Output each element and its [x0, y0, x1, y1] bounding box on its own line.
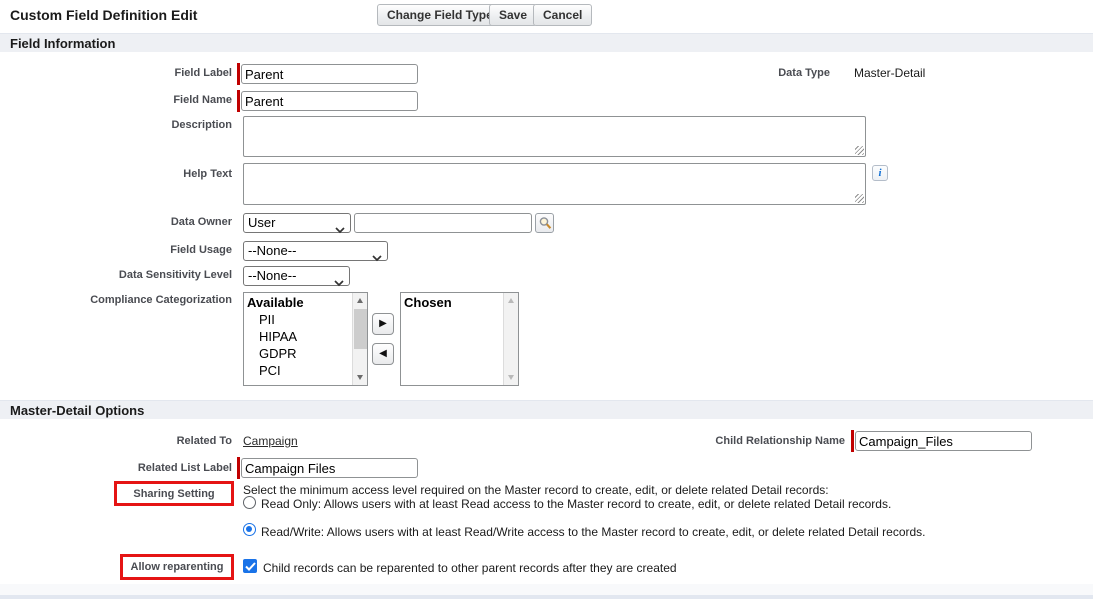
- read-write-radio[interactable]: [243, 523, 256, 536]
- field-name-label: Field Name: [0, 94, 232, 106]
- data-sensitivity-value: --None--: [248, 268, 296, 283]
- required-bar: [237, 90, 240, 112]
- allow-reparenting-annotation-box: Allow reparenting: [120, 554, 234, 580]
- data-owner-label: Data Owner: [0, 216, 232, 228]
- allow-reparenting-checkbox-label: Child records can be reparented to other…: [263, 561, 677, 575]
- resize-grip-icon[interactable]: [855, 194, 864, 203]
- field-label-label: Field Label: [0, 67, 232, 79]
- allow-reparenting-checkbox[interactable]: [243, 559, 257, 573]
- data-owner-input[interactable]: [354, 213, 532, 233]
- save-button[interactable]: Save: [489, 4, 537, 26]
- scroll-up-icon: [504, 293, 519, 308]
- required-bar: [237, 63, 240, 85]
- data-type-label: Data Type: [690, 67, 830, 79]
- sharing-setting-label: Sharing Setting: [133, 488, 214, 500]
- help-text-label: Help Text: [0, 168, 232, 180]
- scrollbar[interactable]: [352, 293, 367, 385]
- scroll-up-icon[interactable]: [353, 293, 368, 308]
- description-textarea[interactable]: [243, 116, 866, 157]
- list-item[interactable]: GDPR: [244, 345, 367, 362]
- compliance-categorization-label: Compliance Categorization: [0, 294, 232, 306]
- data-sensitivity-level-label: Data Sensitivity Level: [0, 269, 232, 281]
- related-list-label-label: Related List Label: [0, 462, 232, 474]
- data-owner-type-select[interactable]: User: [243, 213, 351, 233]
- scroll-down-icon: [504, 370, 519, 385]
- scroll-down-icon[interactable]: [353, 370, 368, 385]
- check-icon: [245, 562, 256, 571]
- child-relationship-name-input[interactable]: [855, 431, 1032, 451]
- sharing-setting-annotation-box: Sharing Setting: [114, 481, 234, 506]
- allow-reparenting-label: Allow reparenting: [131, 561, 224, 573]
- change-field-type-button[interactable]: Change Field Type: [377, 4, 503, 26]
- compliance-available-listbox[interactable]: Available PII HIPAA GDPR PCI: [243, 292, 368, 386]
- resize-grip-icon[interactable]: [855, 146, 864, 155]
- chevron-down-icon: [372, 249, 382, 267]
- read-only-radio-label: Read Only: Allows users with at least Re…: [261, 497, 891, 511]
- related-list-label-input[interactable]: [241, 458, 418, 478]
- available-header: Available: [244, 293, 367, 311]
- field-usage-select[interactable]: --None--: [243, 241, 388, 261]
- child-relationship-name-label: Child Relationship Name: [600, 435, 845, 447]
- related-to-link[interactable]: Campaign: [243, 434, 298, 448]
- description-label: Description: [0, 119, 232, 131]
- sharing-setting-intro: Select the minimum access level required…: [243, 483, 829, 497]
- help-info-icon[interactable]: i: [872, 165, 888, 181]
- data-sensitivity-level-select[interactable]: --None--: [243, 266, 350, 286]
- scrollbar: [503, 293, 518, 385]
- related-to-label: Related To: [0, 435, 232, 447]
- field-usage-label: Field Usage: [0, 244, 232, 256]
- field-name-input[interactable]: [241, 91, 418, 111]
- page-title: Custom Field Definition Edit: [10, 7, 197, 23]
- read-only-radio[interactable]: [243, 496, 256, 509]
- lookup-button[interactable]: [535, 213, 554, 233]
- custom-field-definition-edit-page: Custom Field Definition Edit Change Fiel…: [0, 0, 1093, 599]
- move-right-button[interactable]: ▶: [372, 313, 394, 335]
- data-type-value: Master-Detail: [854, 66, 925, 80]
- read-write-radio-label: Read/Write: Allows users with at least R…: [261, 525, 926, 539]
- list-item[interactable]: PII: [244, 311, 367, 328]
- magnifier-icon: [538, 216, 552, 231]
- help-text-textarea[interactable]: [243, 163, 866, 205]
- field-usage-value: --None--: [248, 243, 296, 258]
- bottom-bar: [0, 595, 1093, 599]
- required-bar: [237, 457, 240, 479]
- move-left-button[interactable]: ◀: [372, 343, 394, 365]
- section-header-master-detail-options: Master-Detail Options: [0, 400, 1093, 419]
- bottom-spacer: [0, 584, 1093, 595]
- chevron-down-icon: [335, 221, 345, 239]
- data-owner-type-value: User: [248, 215, 275, 230]
- list-item[interactable]: PCI: [244, 362, 367, 379]
- required-bar: [851, 430, 854, 452]
- field-label-input[interactable]: [241, 64, 418, 84]
- section-header-field-information: Field Information: [0, 33, 1093, 52]
- list-item[interactable]: HIPAA: [244, 328, 367, 345]
- cancel-button[interactable]: Cancel: [533, 4, 592, 26]
- chevron-down-icon: [334, 274, 344, 292]
- chosen-header: Chosen: [401, 293, 518, 311]
- scrollbar-thumb[interactable]: [354, 309, 367, 349]
- compliance-chosen-listbox[interactable]: Chosen: [400, 292, 519, 386]
